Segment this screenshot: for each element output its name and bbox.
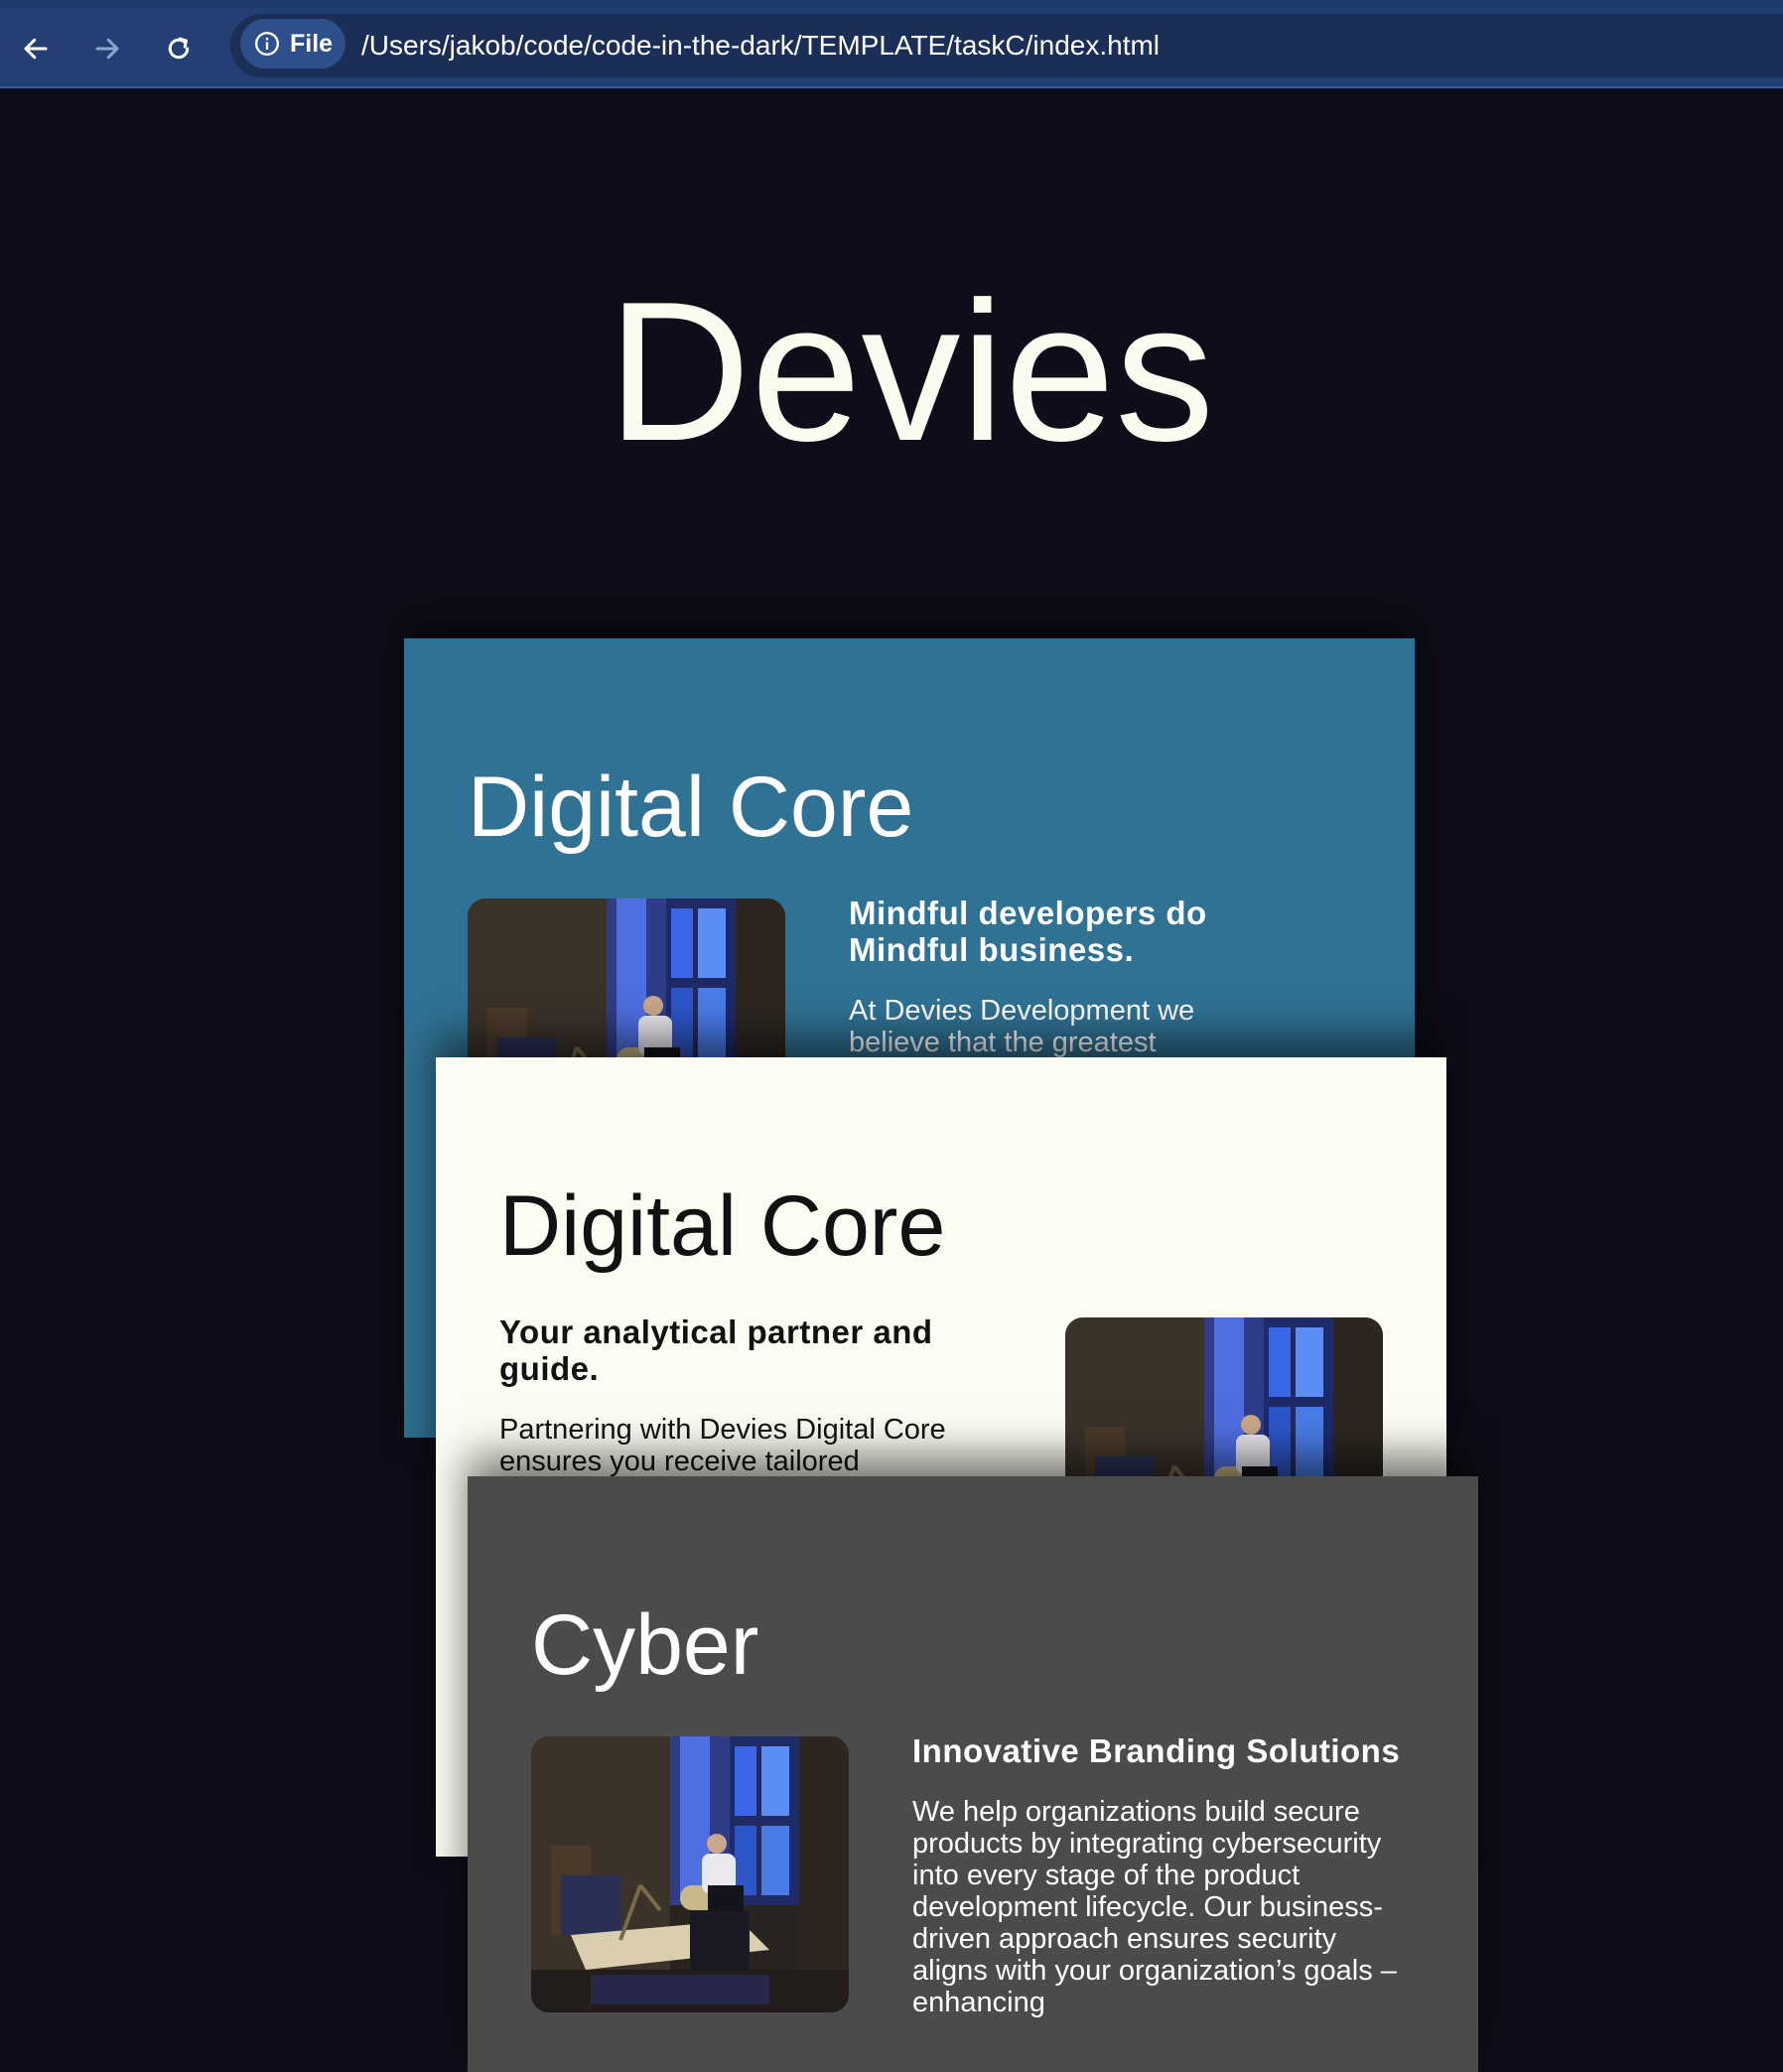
info-icon [254,31,280,57]
card-heading: Your analytical partner and guide. [499,1313,933,1387]
service-card-cyber: Cyber Innovative Branding Solutions We h… [468,1476,1478,2072]
card-title: Digital Core [468,760,914,855]
reload-button[interactable] [159,29,199,69]
forward-button[interactable] [87,29,127,69]
card-text: Your analytical partner and guide. Partn… [499,1313,1006,1477]
page-title: Devies [607,261,1215,483]
developer-at-desk-photo [531,1736,849,2012]
reload-icon [168,37,190,60]
card-heading: Mindful developers do Mindful business. [849,895,1207,968]
url-text[interactable]: /Users/jakob/code/code-in-the-dark/TEMPL… [361,30,1160,62]
card-title: Cyber [531,1597,759,1693]
card-body: We help organizations build secure produ… [912,1796,1397,2018]
site-info-chip[interactable]: File [240,19,345,69]
back-button[interactable] [16,29,56,69]
browser-toolbar: File /Users/jakob/code/code-in-the-dark/… [0,0,1783,88]
card-title: Digital Core [499,1178,946,1274]
arrow-left-icon [24,38,48,60]
arrow-right-icon [95,38,119,60]
card-heading: Innovative Branding Solutions [912,1732,1401,1769]
card-body: Partnering with Devies Digital Core ensu… [499,1414,946,1477]
address-bar[interactable]: File /Users/jakob/code/code-in-the-dark/… [230,14,1783,77]
card-text: Innovative Branding Solutions We help or… [912,1732,1409,2018]
site-chip-label: File [290,29,334,58]
